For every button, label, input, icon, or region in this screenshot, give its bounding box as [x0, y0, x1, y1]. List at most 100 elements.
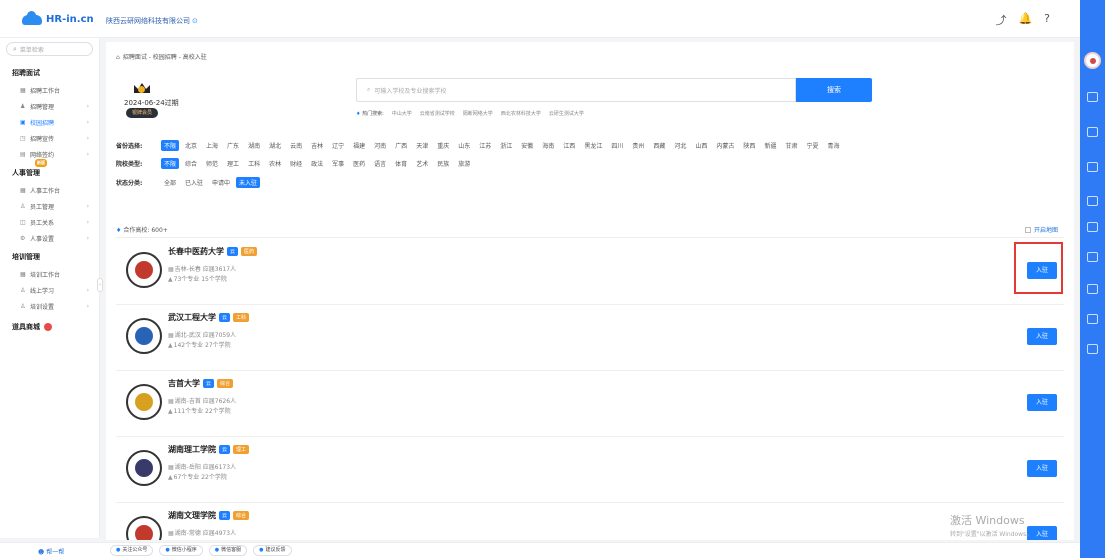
filter-option[interactable]: 已入驻 [182, 177, 206, 188]
filter-option[interactable]: 山东 [455, 140, 473, 151]
filter-option[interactable]: 广东 [224, 140, 242, 151]
apps-icon[interactable] [1087, 162, 1098, 172]
filter-option[interactable]: 四川 [608, 140, 626, 151]
sidebar-collapse-toggle[interactable]: ‹ [97, 278, 103, 292]
filter-option[interactable]: 浙江 [497, 140, 515, 151]
grid-icon[interactable] [1087, 344, 1098, 354]
search-button[interactable]: 搜索 [796, 78, 872, 102]
bottom-link[interactable]: ● 关注公众号 [110, 545, 154, 556]
sidebar-item[interactable]: ♙ 线上学习 › [0, 282, 99, 298]
share-icon[interactable]: ⤴ [995, 12, 1006, 28]
sidebar-item[interactable]: ♙ 培训设置 › [0, 298, 99, 314]
help-link[interactable]: ☻ 帮一帮 [38, 547, 64, 556]
filter-option[interactable]: 民族 [434, 158, 452, 169]
filter-option[interactable]: 不限 [161, 140, 180, 151]
calendar-icon[interactable] [1087, 92, 1098, 102]
filter-option[interactable]: 艺术 [413, 158, 431, 169]
filter-option[interactable]: 青海 [824, 140, 842, 151]
filter-option[interactable]: 综合 [182, 158, 200, 169]
sidebar-item[interactable]: ♟ 招聘管理 › [0, 98, 99, 114]
bottom-link[interactable]: ● 建议反馈 [253, 545, 292, 556]
filter-option[interactable]: 甘肃 [782, 140, 800, 151]
sidebar-item[interactable]: ⚙ 人事设置 › [0, 230, 99, 246]
filter-option[interactable]: 湖北 [266, 140, 284, 151]
hot-search-item[interactable]: 中山大学 [392, 110, 412, 117]
filter-option[interactable]: 申请中 [209, 177, 233, 188]
filter-option[interactable]: 宁夏 [803, 140, 821, 151]
map-checkbox[interactable] [1024, 226, 1031, 233]
bottom-link[interactable]: ● 微信小程序 [159, 545, 203, 556]
person-settings-icon[interactable] [1087, 222, 1098, 232]
filter-option[interactable]: 政法 [308, 158, 326, 169]
hot-search-item[interactable]: 隔断网络大学 [463, 110, 493, 117]
filter-option[interactable]: 新疆 [761, 140, 779, 151]
prop-mall-link[interactable]: 道具商城 [0, 314, 99, 332]
filter-option[interactable]: 未入驻 [236, 177, 261, 188]
avatar[interactable] [1084, 52, 1101, 69]
filter-option[interactable]: 天津 [413, 140, 431, 151]
shield-icon[interactable] [1087, 284, 1098, 294]
filter-option[interactable]: 重庆 [434, 140, 452, 151]
filter-option[interactable]: 内蒙古 [713, 140, 737, 151]
school-name[interactable]: 吉首大学云综合 [168, 378, 234, 389]
sidebar-item[interactable]: ▦ 人事工作台 [0, 182, 99, 198]
sidebar-item[interactable]: ▣ 校园招聘 › [0, 114, 99, 130]
member-badge[interactable]: 银牌会员 [126, 108, 159, 118]
school-search-input[interactable]: ⌕ 可输入学校及专业搜索学校 [356, 78, 796, 102]
filter-option[interactable]: 财经 [287, 158, 305, 169]
filter-option[interactable]: 军事 [329, 158, 347, 169]
bell-icon[interactable]: 🔔 [1018, 12, 1032, 28]
sidebar-item[interactable]: ◳ 招聘宣传 › [0, 130, 99, 146]
join-button[interactable]: 入驻 [1027, 460, 1057, 477]
filter-option[interactable]: 全部 [161, 177, 179, 188]
filter-option[interactable]: 语言 [371, 158, 389, 169]
filter-option[interactable]: 旅游 [455, 158, 473, 169]
filter-option[interactable]: 陕西 [740, 140, 758, 151]
hot-search-item[interactable]: 云研生测试大学 [549, 110, 584, 117]
help-icon[interactable]: ? [1044, 12, 1050, 28]
filter-option[interactable]: 河北 [671, 140, 689, 151]
filter-option[interactable]: 安徽 [518, 140, 536, 151]
school-name[interactable]: 湖南理工学院云理工 [168, 444, 250, 455]
filter-option[interactable]: 江苏 [476, 140, 494, 151]
filter-option[interactable]: 湖南 [245, 140, 263, 151]
filter-option[interactable]: 辽宁 [329, 140, 347, 151]
filter-option[interactable]: 广西 [392, 140, 410, 151]
map-toggle[interactable]: 开启地图 [1024, 225, 1058, 234]
filter-option[interactable]: 河南 [371, 140, 389, 151]
filter-option[interactable]: 江西 [560, 140, 578, 151]
filter-option[interactable]: 体育 [392, 158, 410, 169]
filter-option[interactable]: 农林 [266, 158, 284, 169]
filter-option[interactable]: 北京 [182, 140, 200, 151]
company-name[interactable]: 陕西云研网络科技有限公司 ⊙ [106, 16, 198, 26]
menu-search-input[interactable]: ⌕ 菜单检索 [6, 42, 93, 56]
sidebar-item[interactable]: ▦ 培训工作台 [0, 266, 99, 282]
filter-option[interactable]: 师范 [203, 158, 221, 169]
school-name[interactable]: 湖南文理学院云综合 [168, 510, 250, 521]
filter-option[interactable]: 福建 [350, 140, 368, 151]
sidebar-item[interactable]: ♙ 员工管理 › [0, 198, 99, 214]
school-name[interactable]: 武汉工程大学云工科 [168, 312, 250, 323]
filter-option[interactable]: 贵州 [629, 140, 647, 151]
home-icon[interactable]: ⌂ [116, 54, 120, 61]
flag-icon[interactable] [1087, 314, 1098, 324]
filter-option[interactable]: 山西 [692, 140, 710, 151]
filter-option[interactable]: 吉林 [308, 140, 326, 151]
sidebar-item[interactable]: ▤ 网络签约 › [0, 146, 99, 162]
filter-option[interactable]: 理工 [224, 158, 242, 169]
filter-option[interactable]: 海南 [539, 140, 557, 151]
switch-company-icon[interactable]: ⊙ [192, 17, 198, 25]
bottom-link[interactable]: ● 微信客服 [208, 545, 248, 556]
filter-option[interactable]: 西藏 [650, 140, 668, 151]
filter-option[interactable]: 工科 [245, 158, 263, 169]
filter-option[interactable]: 医药 [350, 158, 368, 169]
filter-option[interactable]: 不限 [161, 158, 180, 169]
join-button[interactable]: 入驻 [1027, 328, 1057, 345]
school-name[interactable]: 长春中医药大学云医药 [168, 246, 258, 257]
hot-search-item[interactable]: 云南省测试学校 [420, 110, 455, 117]
document-icon[interactable] [1087, 127, 1098, 137]
hot-search-item[interactable]: 西北农林科技大学 [501, 110, 541, 117]
filter-option[interactable]: 黑龙江 [581, 140, 605, 151]
filter-option[interactable]: 上海 [203, 140, 221, 151]
join-button[interactable]: 入驻 [1027, 394, 1057, 411]
